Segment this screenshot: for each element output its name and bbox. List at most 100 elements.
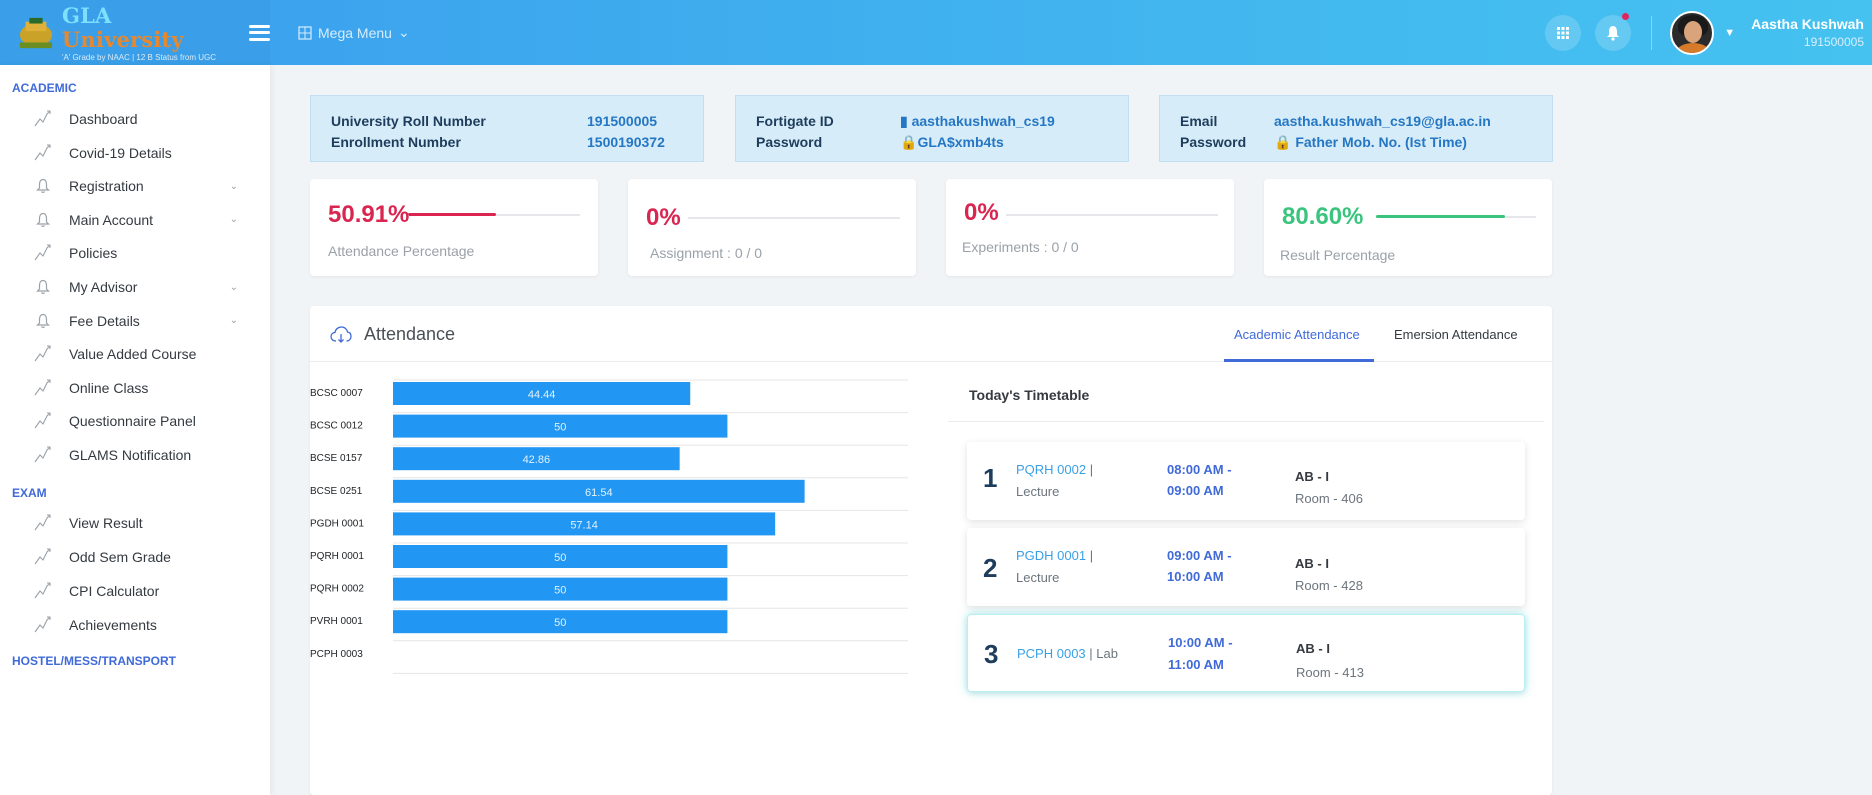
slot-number: 1 bbox=[983, 463, 998, 493]
slot-kind: Lecture bbox=[1016, 570, 1060, 585]
chevron-down-icon[interactable]: ⌄ bbox=[230, 181, 238, 192]
chevron-down-icon[interactable]: ⌄ bbox=[230, 282, 238, 293]
avatar[interactable] bbox=[1670, 10, 1715, 55]
slot-course-code-text: PQRH 0002 bbox=[1016, 462, 1087, 477]
attendance-bar-chart: BCSC 0007 44.44 BCSC 0012 50 BCSE 0157 42.86 B… bbox=[310, 379, 908, 674]
timetable-divider bbox=[948, 421, 1544, 422]
email-password-label: Password bbox=[1180, 134, 1247, 150]
sidebar-item-label: View Result bbox=[69, 515, 143, 531]
chevron-down-icon[interactable]: ⌄ bbox=[230, 214, 238, 225]
sidebar-section-exam: EXAM bbox=[12, 486, 47, 500]
slot-course-code[interactable]: PCPH 0003 | Lab bbox=[1017, 646, 1118, 661]
chevron-down-icon[interactable]: ⌄ bbox=[230, 315, 238, 326]
hamburger-menu-icon[interactable] bbox=[249, 24, 270, 41]
experiments-stat-card[interactable]: 0% Experiments : 0 / 0 bbox=[946, 179, 1234, 276]
sidebar-item-achievements[interactable]: Achievements bbox=[34, 610, 254, 640]
progress-fill bbox=[1376, 215, 1505, 218]
sidebar-item-glams-notification[interactable]: GLAMS Notification bbox=[34, 440, 254, 470]
chart-line-icon bbox=[34, 110, 52, 128]
slot-time-end: 10:00 AM bbox=[1167, 569, 1224, 584]
chart-line-icon bbox=[34, 412, 52, 430]
tab-emersion-attendance[interactable]: Emersion Attendance bbox=[1394, 327, 1518, 342]
chevron-down-icon[interactable]: ▼ bbox=[1724, 27, 1735, 39]
chart-line-icon bbox=[34, 582, 52, 600]
sidebar-item-policies[interactable]: Policies bbox=[34, 238, 254, 268]
sidebar-item-odd-sem-grade[interactable]: Odd Sem Grade bbox=[34, 542, 254, 572]
header-divider bbox=[1651, 15, 1653, 50]
sidebar-item-label: GLAMS Notification bbox=[69, 447, 192, 463]
fortigate-label: Fortigate ID bbox=[756, 113, 834, 129]
university-logo[interactable] bbox=[18, 13, 54, 53]
slot-time-start: 10:00 AM - bbox=[1168, 635, 1233, 650]
mega-menu-button[interactable]: Mega Menu ⌄ bbox=[298, 24, 410, 41]
chart-line-icon bbox=[34, 379, 52, 397]
result-stat-card[interactable]: 80.60% Result Percentage bbox=[1264, 179, 1552, 276]
assignment-stat-card[interactable]: 0% Assignment : 0 / 0 bbox=[628, 179, 916, 276]
slot-block: AB - I bbox=[1295, 469, 1329, 484]
sidebar-item-cpi-calculator[interactable]: CPI Calculator bbox=[34, 576, 254, 606]
attendance-panel-header: Attendance Academic Attendance Emersion … bbox=[310, 306, 1552, 362]
cloud-download-icon bbox=[330, 325, 352, 343]
email-password-value: 🔒 Father Mob. No. (Ist Time) bbox=[1274, 134, 1467, 151]
apps-button[interactable] bbox=[1545, 14, 1582, 51]
sidebar-item-registration[interactable]: Registration ⌄ bbox=[34, 171, 254, 201]
chart-value-label: 50 bbox=[554, 585, 566, 597]
slot-time-end: 11:00 AM bbox=[1168, 657, 1224, 672]
sidebar-item-main-account[interactable]: Main Account ⌄ bbox=[34, 205, 254, 235]
sidebar-item-fee-details[interactable]: Fee Details ⌄ bbox=[34, 306, 254, 336]
slot-kind: Lab bbox=[1096, 646, 1118, 661]
chart-line-icon bbox=[34, 548, 52, 566]
chart-category-label: BCSE 0251 bbox=[310, 486, 363, 497]
timetable-slot-current[interactable]: 3 PCPH 0003 | Lab 10:00 AM - 11:00 AM AB… bbox=[967, 614, 1525, 692]
brand-title[interactable]: GLA University bbox=[61, 3, 231, 52]
user-info[interactable]: Aastha Kushwah 191500005 bbox=[1751, 16, 1872, 49]
notification-dot bbox=[1622, 12, 1630, 20]
brand-subtitle: 'A' Grade by NAAC | 12 B Status from UGC bbox=[61, 52, 217, 62]
progress-track bbox=[1006, 214, 1218, 216]
user-id: 191500005 bbox=[1803, 35, 1864, 49]
bell-icon bbox=[34, 312, 52, 330]
chart-category-label: PVRH 0001 bbox=[310, 616, 363, 627]
slot-course-code[interactable]: PQRH 0002 | bbox=[1016, 462, 1093, 477]
slot-number: 3 bbox=[984, 639, 999, 669]
chart-line-icon bbox=[34, 616, 52, 634]
brand-title-university: University bbox=[61, 26, 184, 52]
sidebar-item-questionnaire-panel[interactable]: Questionnaire Panel bbox=[34, 406, 254, 436]
sidebar-item-label: Odd Sem Grade bbox=[69, 549, 171, 565]
fortigate-password-label: Password bbox=[756, 134, 823, 150]
sidebar-item-dashboard[interactable]: Dashboard bbox=[34, 104, 254, 134]
stat-value: 50.91% bbox=[328, 201, 410, 228]
grid-icon bbox=[298, 25, 312, 40]
fortigate-password-text: GLA$xmb4ts bbox=[917, 134, 1004, 150]
mega-menu-label: Mega Menu bbox=[318, 24, 392, 41]
fortigate-value: ▮ aasthakushwah_cs19 bbox=[900, 113, 1055, 130]
sidebar-item-my-advisor[interactable]: My Advisor ⌄ bbox=[34, 272, 254, 302]
user-name: Aastha Kushwah bbox=[1751, 16, 1864, 32]
chart-category-label: PGDH 0001 bbox=[310, 518, 364, 529]
attendance-stat-card[interactable]: 50.91% Attendance Percentage bbox=[310, 179, 598, 276]
lock-icon: 🔒 bbox=[1274, 134, 1292, 150]
notifications-button[interactable] bbox=[1595, 12, 1632, 51]
slot-course-code-text: PGDH 0001 bbox=[1016, 548, 1087, 563]
active-tab-indicator bbox=[1224, 359, 1374, 362]
slot-block: AB - I bbox=[1295, 556, 1329, 571]
bell-icon bbox=[34, 278, 52, 296]
attendance-title: Attendance bbox=[330, 324, 455, 345]
lock-icon: 🔒 bbox=[900, 134, 918, 150]
header-right: ▼ Aastha Kushwah 191500005 bbox=[1545, 0, 1872, 65]
brand-area: GLA University 'A' Grade by NAAC | 12 B … bbox=[0, 0, 270, 65]
chart-value-label: 61.54 bbox=[585, 487, 613, 499]
tab-academic-attendance[interactable]: Academic Attendance bbox=[1234, 327, 1360, 342]
sidebar-item-value-added-course[interactable]: Value Added Course bbox=[34, 339, 254, 369]
attendance-title-text: Attendance bbox=[364, 324, 456, 344]
timetable-slot[interactable]: 1 PQRH 0002 | Lecture 08:00 AM - 09:00 A… bbox=[967, 442, 1525, 520]
slot-course-code[interactable]: PGDH 0001 | bbox=[1016, 548, 1093, 563]
sidebar-item-view-result[interactable]: View Result bbox=[34, 508, 254, 538]
chart-category-label: PCPH 0003 bbox=[310, 649, 363, 660]
sidebar-section-academic: ACADEMIC bbox=[12, 81, 77, 95]
timetable-slot[interactable]: 2 PGDH 0001 | Lecture 09:00 AM - 10:00 A… bbox=[967, 528, 1525, 606]
sidebar-item-covid-19-details[interactable]: Covid-19 Details bbox=[34, 138, 254, 168]
sidebar-item-online-class[interactable]: Online Class bbox=[34, 373, 254, 403]
chart-category-label: PQRH 0002 bbox=[310, 584, 364, 595]
progress-fill bbox=[408, 213, 496, 216]
